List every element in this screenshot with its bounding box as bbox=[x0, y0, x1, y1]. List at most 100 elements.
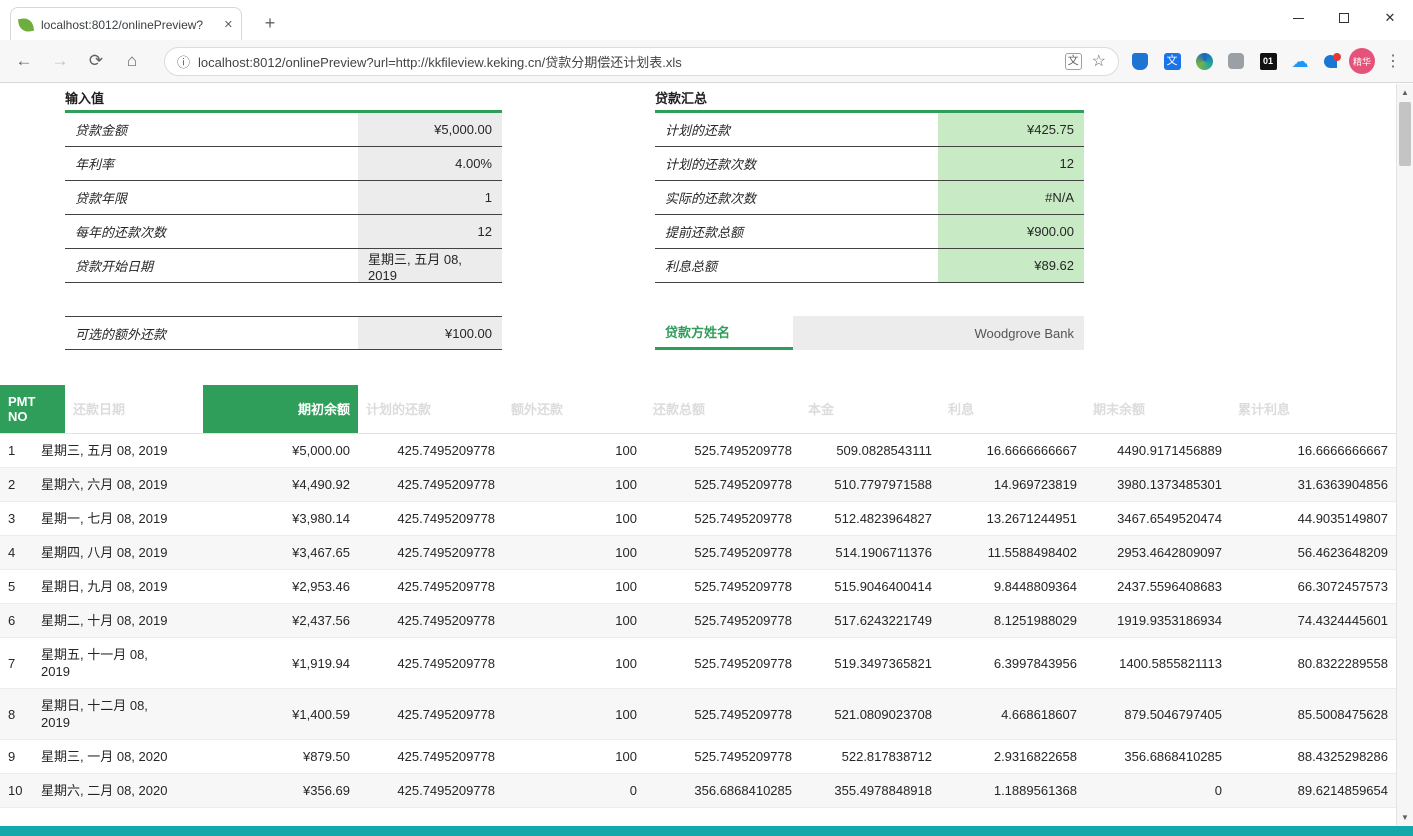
browser-menu-icon[interactable]: ⋮ bbox=[1383, 51, 1403, 71]
table-cell: 525.7495209778 bbox=[645, 510, 800, 527]
window-controls: ✕ bbox=[1275, 0, 1413, 36]
browser-window: localhost:8012/onlinePreview? ✕ + ✕ ← → … bbox=[0, 0, 1413, 836]
table-cell: 100 bbox=[503, 748, 645, 765]
table-cell: 425.7495209778 bbox=[358, 748, 503, 765]
reload-button[interactable]: ⟳ bbox=[82, 47, 110, 75]
column-header-payment-date: 还款日期 bbox=[65, 385, 203, 433]
column-header-interest: 利息 bbox=[940, 385, 1085, 433]
new-tab-button[interactable]: + bbox=[258, 11, 282, 35]
table-row: 提前还款总额¥900.00 bbox=[655, 215, 1084, 249]
table-cell: 525.7495209778 bbox=[645, 442, 800, 459]
table-cell: 星期六, 二月 08, 2020 bbox=[33, 782, 203, 799]
table-cell: 44.9035149807 bbox=[1230, 510, 1396, 527]
close-button[interactable]: ✕ bbox=[1367, 0, 1413, 36]
table-cell: 519.3497365821 bbox=[800, 655, 940, 672]
table-cell: 100 bbox=[503, 442, 645, 459]
home-button[interactable]: ⌂ bbox=[118, 47, 146, 75]
close-icon: ✕ bbox=[1385, 10, 1396, 26]
forward-button[interactable]: → bbox=[46, 47, 74, 75]
scrollbar-thumb[interactable] bbox=[1399, 102, 1411, 166]
bookmark-star-icon[interactable]: ☆ bbox=[1092, 51, 1106, 71]
extension-translate-icon[interactable]: 文 bbox=[1161, 50, 1183, 72]
table-cell: 4 bbox=[0, 544, 33, 561]
translate-icon[interactable]: 文 bbox=[1065, 53, 1082, 70]
row-label: 计划的还款次数 bbox=[655, 147, 938, 181]
table-cell: 425.7495209778 bbox=[358, 655, 503, 672]
table-cell: ¥1,919.94 bbox=[203, 655, 358, 672]
table-cell: ¥2,437.56 bbox=[203, 612, 358, 629]
vertical-scrollbar[interactable]: ▲ ▼ bbox=[1396, 84, 1413, 836]
row-value: 1 bbox=[358, 181, 502, 215]
extra-payment-value: ¥100.00 bbox=[358, 317, 502, 350]
table-cell: ¥3,467.65 bbox=[203, 544, 358, 561]
table-row: 利息总额¥89.62 bbox=[655, 249, 1084, 283]
extension-01-badge[interactable]: 01 bbox=[1257, 50, 1279, 72]
table-cell: 525.7495209778 bbox=[645, 544, 800, 561]
minimize-button[interactable] bbox=[1275, 0, 1321, 36]
row-label: 计划的还款 bbox=[655, 113, 938, 147]
table-cell: ¥5,000.00 bbox=[203, 442, 358, 459]
tab-title: localhost:8012/onlinePreview? bbox=[41, 18, 218, 32]
lender-label: 贷款方姓名 bbox=[655, 316, 793, 350]
back-button[interactable]: ← bbox=[10, 47, 38, 75]
table-cell: 星期三, 五月 08, 2019 bbox=[33, 442, 203, 459]
extension-cloud-icon[interactable]: ☁ bbox=[1289, 50, 1311, 72]
table-cell: 11.5588498402 bbox=[940, 544, 1085, 561]
table-cell: 9.8448809364 bbox=[940, 578, 1085, 595]
table-cell: 525.7495209778 bbox=[645, 612, 800, 629]
url-text[interactable]: localhost:8012/onlinePreview?url=http://… bbox=[198, 52, 1055, 71]
column-header-beginning-balance: 期初余额 bbox=[203, 385, 358, 433]
row-value: 12 bbox=[938, 147, 1084, 181]
footer-bar bbox=[0, 826, 1413, 836]
lender-value: Woodgrove Bank bbox=[793, 316, 1084, 350]
row-label: 提前还款总额 bbox=[655, 215, 938, 249]
table-cell: ¥4,490.92 bbox=[203, 476, 358, 493]
table-cell: 2 bbox=[0, 476, 33, 493]
column-header-principal: 本金 bbox=[800, 385, 940, 433]
table-cell: 10 bbox=[0, 782, 33, 799]
maximize-button[interactable] bbox=[1321, 0, 1367, 36]
row-value: ¥89.62 bbox=[938, 249, 1084, 283]
table-cell: 13.2671244951 bbox=[940, 510, 1085, 527]
address-bar[interactable]: ⓘ localhost:8012/onlinePreview?url=http:… bbox=[164, 47, 1119, 76]
table-cell: 星期四, 八月 08, 2019 bbox=[33, 544, 203, 561]
summary-section-title: 贷款汇总 bbox=[655, 88, 707, 107]
table-cell: 1 bbox=[0, 442, 33, 459]
site-favicon-icon bbox=[18, 16, 34, 32]
extension-globe-icon[interactable] bbox=[1193, 50, 1215, 72]
table-row: 计划的还款次数12 bbox=[655, 147, 1084, 181]
extension-gray-icon[interactable] bbox=[1225, 50, 1247, 72]
table-cell: 356.6868410285 bbox=[1085, 748, 1230, 765]
scroll-down-icon[interactable]: ▼ bbox=[1397, 809, 1413, 826]
extra-payment-label: 可选的额外还款 bbox=[65, 317, 358, 350]
table-row: 实际的还款次数#N/A bbox=[655, 181, 1084, 215]
avatar[interactable]: 精华 bbox=[1349, 48, 1375, 74]
extension-bird-icon[interactable] bbox=[1321, 50, 1343, 72]
table-cell: 1400.5855821113 bbox=[1085, 655, 1230, 672]
table-cell: ¥1,400.59 bbox=[203, 706, 358, 723]
row-label: 利息总额 bbox=[655, 249, 938, 283]
table-cell: 星期二, 十月 08, 2019 bbox=[33, 612, 203, 629]
extension-shield-icon[interactable] bbox=[1129, 50, 1151, 72]
browser-tab[interactable]: localhost:8012/onlinePreview? ✕ bbox=[10, 7, 242, 41]
browser-toolbar: ← → ⟳ ⌂ ⓘ localhost:8012/onlinePreview?u… bbox=[0, 40, 1413, 83]
table-row: 7星期五, 十一月 08, 2019¥1,919.94425.749520977… bbox=[0, 638, 1396, 689]
column-header-ending-balance: 期末余额 bbox=[1085, 385, 1230, 433]
scroll-up-icon[interactable]: ▲ bbox=[1397, 84, 1413, 101]
row-value: ¥900.00 bbox=[938, 215, 1084, 249]
table-row: 贷款年限1 bbox=[65, 181, 502, 215]
maximize-icon bbox=[1339, 13, 1349, 23]
table-cell: 879.5046797405 bbox=[1085, 706, 1230, 723]
table-cell: 4.668618607 bbox=[940, 706, 1085, 723]
tab-close-icon[interactable]: ✕ bbox=[224, 18, 233, 31]
table-cell: 425.7495209778 bbox=[358, 612, 503, 629]
table-cell: 星期一, 七月 08, 2019 bbox=[33, 510, 203, 527]
table-cell: 355.4978848918 bbox=[800, 782, 940, 799]
table-cell: 525.7495209778 bbox=[645, 578, 800, 595]
schedule-body: 1星期三, 五月 08, 2019¥5,000.00 425.7495209778… bbox=[0, 434, 1396, 808]
table-cell: 星期日, 九月 08, 2019 bbox=[33, 578, 203, 595]
table-row: 贷款金额¥5,000.00 bbox=[65, 113, 502, 147]
table-cell: 89.6214859654 bbox=[1230, 782, 1396, 799]
table-cell: 100 bbox=[503, 578, 645, 595]
page-info-icon[interactable]: ⓘ bbox=[177, 52, 190, 71]
